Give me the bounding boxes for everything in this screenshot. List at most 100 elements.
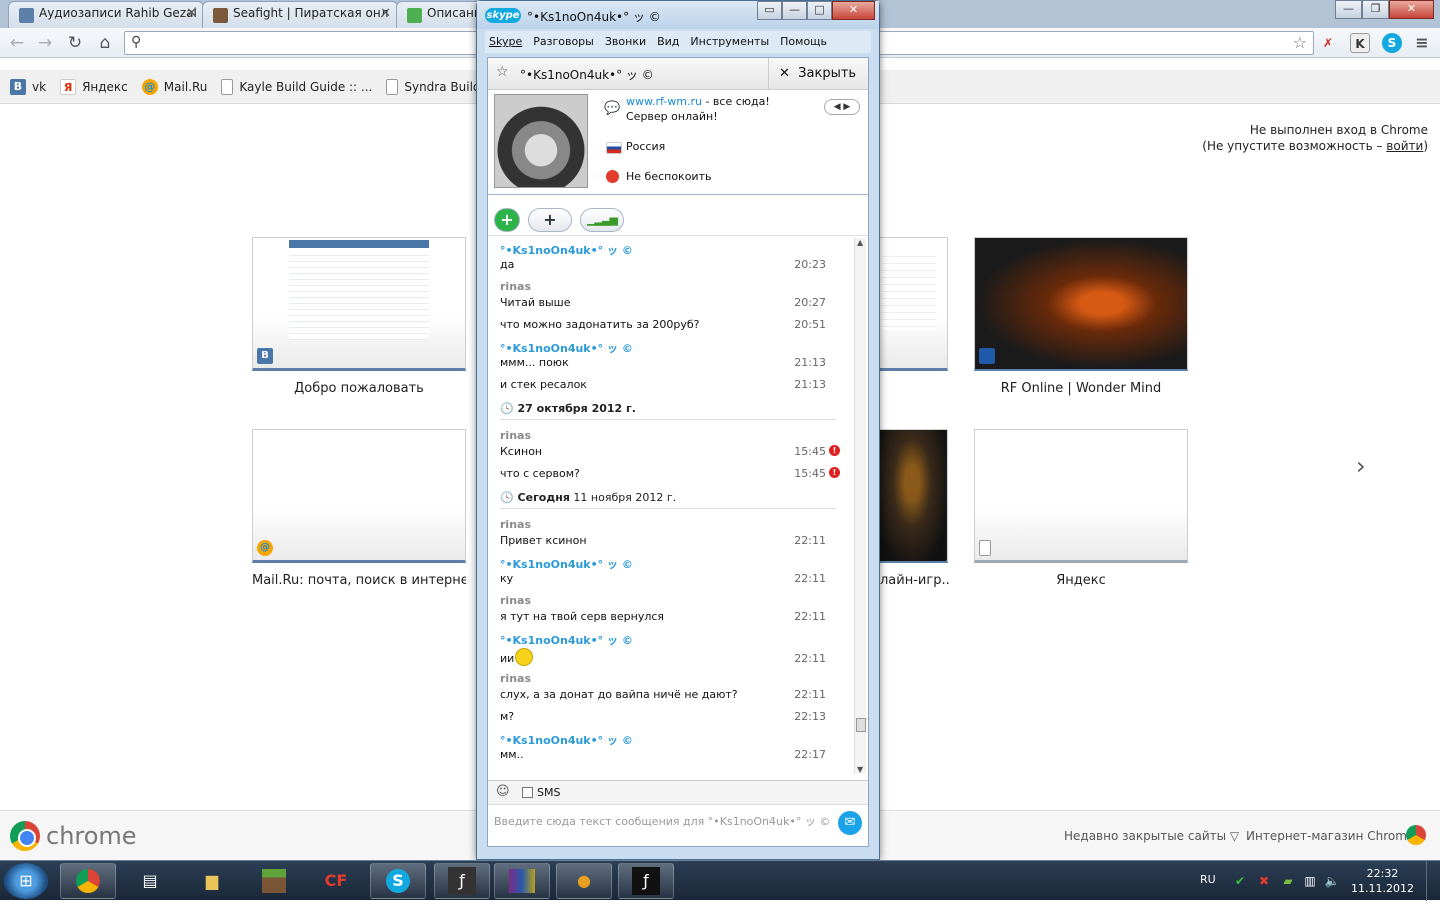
- tab-1[interactable]: Seafight | Пиратская онл ✕: [202, 1, 398, 28]
- menu-icon[interactable]: ≡: [1412, 33, 1432, 53]
- favorite-star-icon[interactable]: ☆: [496, 64, 509, 80]
- taskbar-chrome[interactable]: [60, 863, 116, 899]
- scrollbar-thumb[interactable]: [856, 718, 866, 732]
- taskbar-crossfire[interactable]: CF: [308, 863, 364, 899]
- delivery-error-icon[interactable]: !: [829, 445, 840, 456]
- bookmark-kayle[interactable]: Kayle Build Guide :: ...: [221, 78, 372, 95]
- message-input[interactable]: Введите сюда текст сообщения для °•Ks1no…: [494, 813, 830, 829]
- scroll-down-icon[interactable]: ▼: [857, 765, 863, 774]
- menu-view[interactable]: Вид: [657, 35, 679, 49]
- thumbnail-caption[interactable]: лайн-игр...: [880, 573, 950, 588]
- menu-help[interactable]: Помощь: [780, 35, 827, 49]
- menu-conversations[interactable]: Разговоры: [533, 35, 594, 49]
- bookmark-vk[interactable]: В vk: [10, 78, 46, 95]
- most-visited-thumbnail-rf-online[interactable]: [974, 237, 1188, 371]
- menu-calls[interactable]: Звонки: [605, 35, 646, 49]
- most-visited-thumbnail-yandex-partial[interactable]: [878, 237, 948, 371]
- tab-2[interactable]: Описани: [396, 1, 486, 28]
- language-indicator[interactable]: RU: [1200, 873, 1216, 886]
- taskbar-skype[interactable]: S: [370, 863, 426, 899]
- message-compose-area: ☺ SMS Введите сюда текст сообщения для °…: [488, 780, 868, 846]
- close-icon[interactable]: ✕: [186, 6, 197, 21]
- tab-0[interactable]: Аудиозаписи Rahib Gezal ✕: [8, 1, 204, 28]
- message-author[interactable]: rinas: [500, 280, 840, 293]
- chat-scrollbar[interactable]: ▲ ▼: [854, 238, 866, 774]
- close-icon[interactable]: ✕: [380, 6, 391, 21]
- forward-icon[interactable]: →: [34, 33, 56, 53]
- volume-icon[interactable]: 🔈: [1324, 873, 1340, 889]
- compact-view-button[interactable]: ▭: [757, 1, 782, 20]
- message-author[interactable]: °•Ks1noOn4uk•° ッ ©: [500, 340, 840, 356]
- thumbnail-caption[interactable]: Добро пожаловать: [252, 381, 466, 396]
- taskbar-winrar[interactable]: [494, 863, 550, 899]
- message-time: 21:13: [794, 378, 826, 391]
- back-icon[interactable]: ←: [6, 33, 28, 53]
- taskbar-rf-game[interactable]: ƒ: [434, 863, 490, 899]
- minimize-button[interactable]: —: [782, 1, 807, 20]
- emoticon-icon[interactable]: ☺: [496, 784, 510, 799]
- scroll-up-icon[interactable]: ▲: [857, 238, 863, 247]
- mood-link[interactable]: www.rf-wm.ru: [626, 95, 702, 108]
- network-icon[interactable]: ▥: [1302, 873, 1318, 889]
- message-author[interactable]: °•Ks1noOn4uk•° ッ ©: [500, 632, 840, 648]
- bookmark-mailru[interactable]: @ Mail.Ru: [141, 78, 207, 95]
- profile-nav-arrows[interactable]: ◀ ▶: [824, 99, 860, 115]
- sms-checkbox[interactable]: [522, 787, 533, 798]
- signin-line2-prefix: (Не упустите возможность –: [1202, 139, 1387, 153]
- most-visited-thumbnail-yandex[interactable]: [974, 429, 1188, 563]
- most-visited-thumbnail-mailru[interactable]: @: [252, 429, 466, 563]
- message-author[interactable]: rinas: [500, 429, 840, 442]
- kaspersky-icon[interactable]: ✗: [1318, 33, 1338, 53]
- start-button[interactable]: ⊞: [4, 863, 48, 899]
- menu-skype[interactable]: Skype: [489, 35, 522, 49]
- thumbnail-caption[interactable]: Mail.Ru: почта, поиск в интерне...: [252, 573, 466, 588]
- taskbar-minecraft[interactable]: [246, 863, 302, 899]
- kaspersky-k-icon[interactable]: K: [1350, 33, 1370, 53]
- skype-extension-icon[interactable]: S: [1382, 33, 1402, 53]
- close-conversation-button[interactable]: ✕ Закрыть: [768, 58, 868, 89]
- most-visited-thumbnail-game-partial[interactable]: [878, 429, 948, 563]
- system-clock[interactable]: 22:32 11.11.2012: [1351, 866, 1414, 896]
- mood-message: www.rf-wm.ru - все сюда!: [626, 94, 770, 109]
- next-page-arrow[interactable]: ›: [1356, 452, 1366, 480]
- taskbar-rf-launcher[interactable]: ƒ: [618, 863, 674, 899]
- home-icon[interactable]: ⌂: [94, 33, 116, 53]
- message-author[interactable]: rinas: [500, 672, 840, 685]
- nvidia-icon[interactable]: ▰: [1280, 873, 1296, 889]
- thumbnail-caption[interactable]: RF Online | Wonder Mind: [974, 381, 1188, 396]
- message-author[interactable]: °•Ks1noOn4uk•° ッ ©: [500, 242, 840, 258]
- add-participants-button[interactable]: +: [528, 208, 572, 232]
- mood-line2: Сервер онлайн!: [626, 110, 718, 123]
- taskbar-file-explorer[interactable]: ▆: [184, 863, 240, 899]
- kaspersky-tray-icon[interactable]: ✔: [1232, 873, 1248, 889]
- signin-link[interactable]: войти: [1386, 139, 1423, 153]
- webstore-link[interactable]: Интернет-магазин Chrome: [1246, 829, 1414, 843]
- most-visited-thumbnail-vk[interactable]: В: [252, 237, 466, 371]
- add-contact-button[interactable]: +: [494, 208, 520, 232]
- delivery-error-icon[interactable]: !: [829, 467, 840, 478]
- call-quality-icon[interactable]: ▁▂▃▅: [580, 208, 624, 232]
- bookmark-yandex[interactable]: Я Яндекс: [60, 78, 128, 95]
- taskbar-explorer-window[interactable]: ▤: [122, 863, 178, 899]
- reload-icon[interactable]: ↻: [64, 33, 86, 53]
- menu-tools[interactable]: Инструменты: [690, 35, 769, 49]
- webstore-icon[interactable]: [1406, 825, 1426, 845]
- close-window-button[interactable]: ✕: [1389, 0, 1434, 19]
- message-author[interactable]: °•Ks1noOn4uk•° ッ ©: [500, 732, 840, 748]
- recently-closed-link[interactable]: Недавно закрытые сайты ▽: [1064, 829, 1239, 843]
- thumbnail-caption[interactable]: Яндекс: [974, 573, 1188, 588]
- restore-button[interactable]: ❐: [1362, 0, 1389, 19]
- close-window-button[interactable]: ✕: [832, 1, 875, 20]
- network-warning-icon[interactable]: ✖: [1256, 873, 1272, 889]
- minimize-button[interactable]: —: [1335, 0, 1362, 19]
- message-author[interactable]: rinas: [500, 518, 840, 531]
- avatar[interactable]: [494, 94, 588, 188]
- bookmark-star-icon[interactable]: ☆: [1293, 33, 1307, 52]
- send-message-button[interactable]: ✉: [838, 811, 862, 835]
- taskbar-game-client[interactable]: ●: [556, 863, 612, 899]
- message-author[interactable]: rinas: [500, 594, 840, 607]
- maximize-button[interactable]: □: [807, 1, 832, 20]
- message-row: что с сервом? 15:45!: [500, 467, 840, 480]
- show-desktop-button[interactable]: [1426, 861, 1440, 901]
- message-author[interactable]: °•Ks1noOn4uk•° ッ ©: [500, 556, 840, 572]
